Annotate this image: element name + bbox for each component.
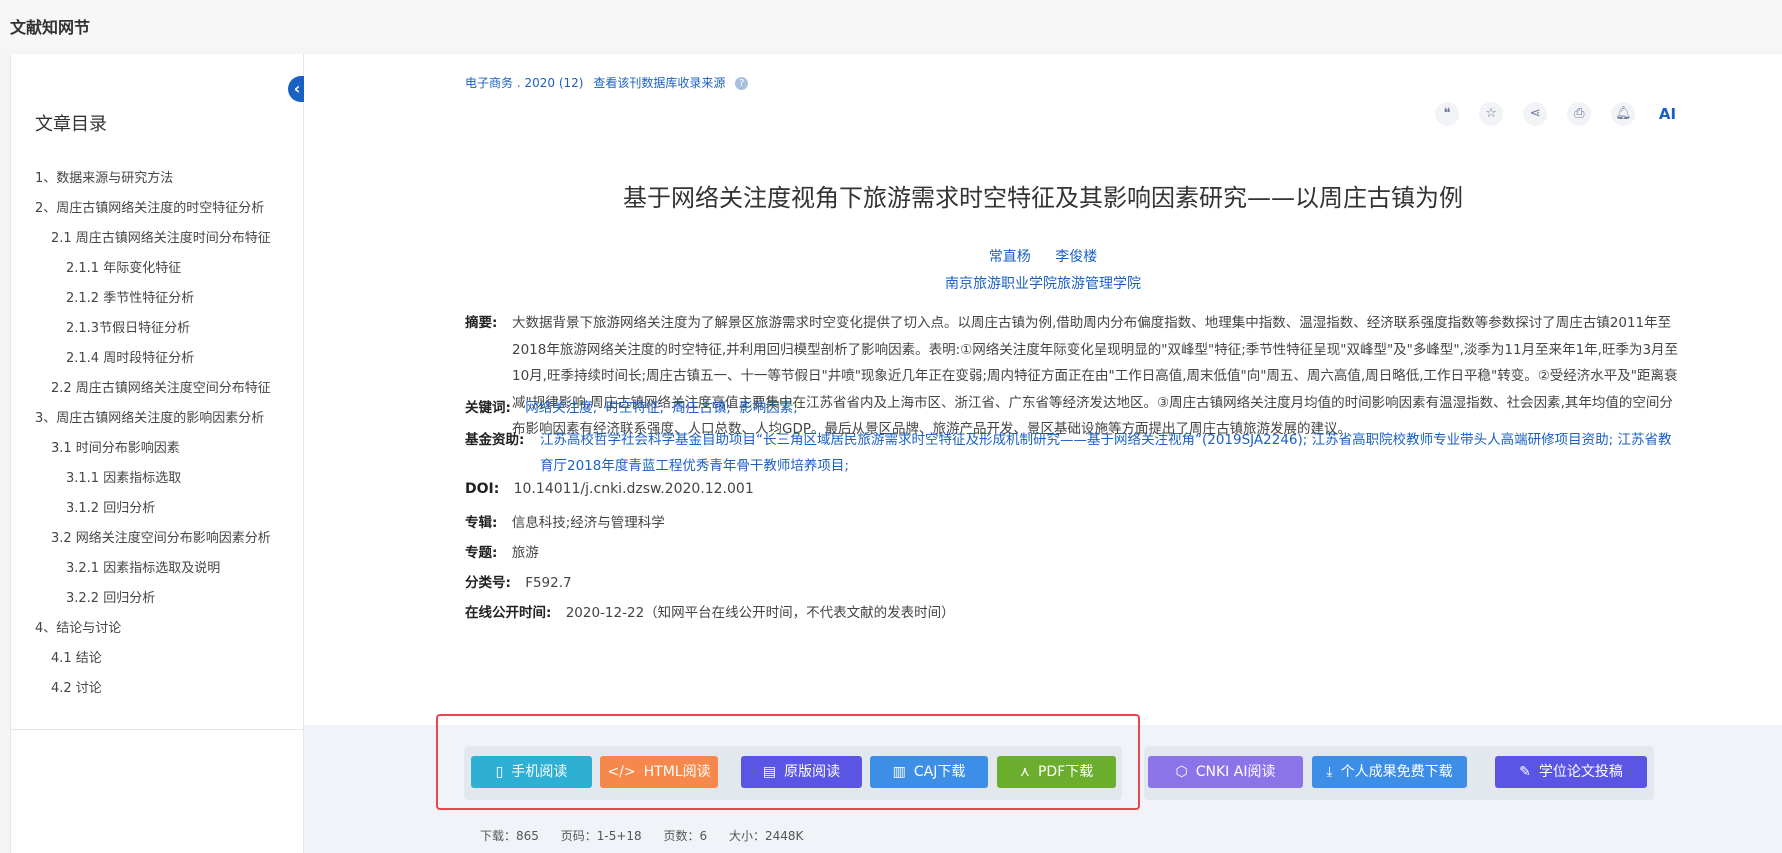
toc-item[interactable]: 3.2.2 回归分析	[35, 584, 271, 614]
series-label: 专辑:	[465, 515, 498, 531]
highlight-box	[436, 714, 1140, 810]
thesis-submit-button[interactable]: ✎ 学位论文投稿	[1495, 756, 1647, 788]
class-value: F592.7	[525, 575, 572, 591]
cnki-ai-read-label: CNKI AI阅读	[1195, 764, 1276, 780]
download-icon: ⤓	[1326, 764, 1333, 780]
topic-row: 专题: 旅游	[465, 541, 539, 561]
series-value: 信息科技;经济与管理科学	[511, 515, 665, 531]
doi-value: 10.14011/j.cnki.dzsw.2020.12.001	[513, 481, 754, 497]
class-row: 分类号: F592.7	[465, 571, 572, 591]
abstract-label: 摘要:	[465, 315, 498, 331]
toc-item[interactable]: 4、结论与讨论	[35, 614, 271, 644]
fund-row: 基金资助: 江苏高校哲学社会科学基金自助项目“长三角区域居民旅游需求时空特征及形…	[465, 427, 1681, 479]
fund-label: 基金资助:	[465, 432, 525, 448]
toolbar: ❝ ☆ ⋖ ⎙ 🔔︎ AI	[1435, 102, 1679, 126]
help-icon[interactable]: ?	[735, 77, 749, 90]
toc-title: 文章目录	[35, 114, 107, 135]
keyword-link[interactable]: 时空特征;	[606, 400, 665, 416]
pub-time-row: 在线公开时间: 2020-12-22（知网平台在线公开时间，不代表文献的发表时间…	[465, 601, 955, 621]
doi-row: DOI: 10.14011/j.cnki.dzsw.2020.12.001	[465, 481, 754, 497]
journal-issue[interactable]: 2020 (12)	[525, 76, 584, 90]
toc-item[interactable]: 2.2 周庄古镇网络关注度空间分布特征	[35, 374, 271, 404]
article-title: 基于网络关注度视角下旅游需求时空特征及其影响因素研究——以周庄古镇为例	[623, 184, 1463, 212]
source-separator: .	[516, 76, 521, 90]
toc-list: 1、数据来源与研究方法 2、周庄古镇网络关注度的时空特征分析 2.1 周庄古镇网络关…	[35, 164, 271, 704]
institution-link[interactable]: 南京旅游职业学院旅游管理学院	[304, 273, 1782, 293]
file-size: 大小：2448K	[728, 829, 804, 843]
personal-download-label: 个人成果免费下载	[1340, 764, 1453, 780]
cnki-ai-read-button[interactable]: ⬡ CNKI AI阅读	[1148, 756, 1303, 788]
author-link[interactable]: 李俊楼	[1055, 249, 1097, 265]
app-brand: 文献知网节	[10, 18, 91, 37]
author-list: 常直杨 李俊楼	[304, 246, 1782, 266]
author-link[interactable]: 常直杨	[989, 249, 1031, 265]
view-source-link[interactable]: 查看该刊数据库收录来源	[593, 76, 725, 90]
pen-icon: ✎	[1519, 764, 1531, 780]
sidebar-divider	[11, 729, 303, 730]
print-icon[interactable]: ⎙	[1567, 102, 1592, 126]
toc-item[interactable]: 4.2 讨论	[35, 674, 271, 704]
toc-item[interactable]: 3.2.1 因素指标选取及说明	[35, 554, 271, 584]
page-count: 页数：6	[663, 829, 708, 843]
page-range: 页码：1-5+18	[560, 829, 642, 843]
toc-item[interactable]: 3.1 时间分布影响因素	[35, 434, 271, 464]
journal-source: 电子商务 . 2020 (12) 查看该刊数据库收录来源 ?	[465, 74, 749, 91]
toc-item[interactable]: 3.1.1 因素指标选取	[35, 464, 271, 494]
extra-actions-group: ⬡ CNKI AI阅读 ⤓ 个人成果免费下载 ✎ 学位论文投稿	[1144, 746, 1654, 800]
fund-text[interactable]: 江苏高校哲学社会科学基金自助项目“长三角区域居民旅游需求时空特征及形成机制研究—…	[540, 427, 1681, 479]
toc-item[interactable]: 2、周庄古镇网络关注度的时空特征分析	[35, 194, 271, 224]
pub-time-label: 在线公开时间:	[465, 605, 552, 621]
keyword-link[interactable]: 周庄古镇;	[672, 400, 731, 416]
topic-label: 专题:	[465, 545, 498, 561]
abstract: 摘要: 大数据背景下旅游网络关注度为了解景区旅游需求时空变化提供了切入点。以周庄…	[465, 310, 1681, 443]
class-label: 分类号:	[465, 575, 511, 591]
toc-sidebar: 文章目录 1、数据来源与研究方法 2、周庄古镇网络关注度的时空特征分析 2.1 周庄…	[10, 54, 304, 853]
series-row: 专辑: 信息科技;经济与管理科学	[465, 511, 665, 531]
pub-time-value: 2020-12-22（知网平台在线公开时间，不代表文献的发表时间）	[565, 605, 955, 621]
ai-icon[interactable]: AI	[1655, 102, 1679, 126]
abstract-text: 大数据背景下旅游网络关注度为了解景区旅游需求时空变化提供了切入点。以周庄古镇为例…	[512, 315, 1679, 437]
toc-item[interactable]: 3、周庄古镇网络关注度的影响因素分析	[35, 404, 271, 434]
bell-icon[interactable]: 🔔︎	[1611, 102, 1636, 126]
chevron-left-icon: ‹	[293, 79, 301, 98]
toc-item[interactable]: 2.1.4 周时段特征分析	[35, 344, 271, 374]
thesis-submit-label: 学位论文投稿	[1538, 764, 1623, 780]
toc-item[interactable]: 4.1 结论	[35, 644, 271, 674]
toc-item[interactable]: 2.1.1 年际变化特征	[35, 254, 271, 284]
toc-item[interactable]: 3.2 网络关注度空间分布影响因素分析	[35, 524, 271, 554]
article-main: 电子商务 . 2020 (12) 查看该刊数据库收录来源 ? ❝ ☆ ⋖ ⎙ 🔔…	[304, 54, 1782, 725]
quote-icon[interactable]: ❝	[1435, 102, 1459, 126]
toc-item[interactable]: 1、数据来源与研究方法	[35, 164, 271, 194]
toc-item[interactable]: 2.1.2 季节性特征分析	[35, 284, 271, 314]
personal-download-button[interactable]: ⤓ 个人成果免费下载	[1312, 756, 1467, 788]
toc-item[interactable]: 2.1.3节假日特征分析	[35, 314, 271, 344]
toc-item[interactable]: 3.1.2 回归分析	[35, 494, 271, 524]
journal-name[interactable]: 电子商务	[465, 76, 513, 90]
doi-label: DOI:	[465, 481, 500, 497]
keywords-label: 关键词:	[465, 400, 511, 416]
share-icon[interactable]: ⋖	[1523, 102, 1548, 126]
star-icon[interactable]: ☆	[1479, 102, 1504, 126]
toc-item[interactable]: 2.1 周庄古镇网络关注度时间分布特征	[35, 224, 271, 254]
keyword-link[interactable]: 网络关注度;	[525, 400, 597, 416]
ai-hex-icon: ⬡	[1175, 764, 1188, 780]
topic-value: 旅游	[511, 545, 539, 561]
file-stats: 下载：865 页码：1-5+18 页数：6 大小：2448K	[480, 827, 821, 844]
keyword-link[interactable]: 影响因素;	[739, 400, 798, 416]
top-bar: 文献知网节	[0, 0, 1782, 48]
download-count: 下载：865	[480, 829, 539, 843]
keywords-row: 关键词: 网络关注度; 时空特征; 周庄古镇; 影响因素;	[465, 396, 802, 416]
